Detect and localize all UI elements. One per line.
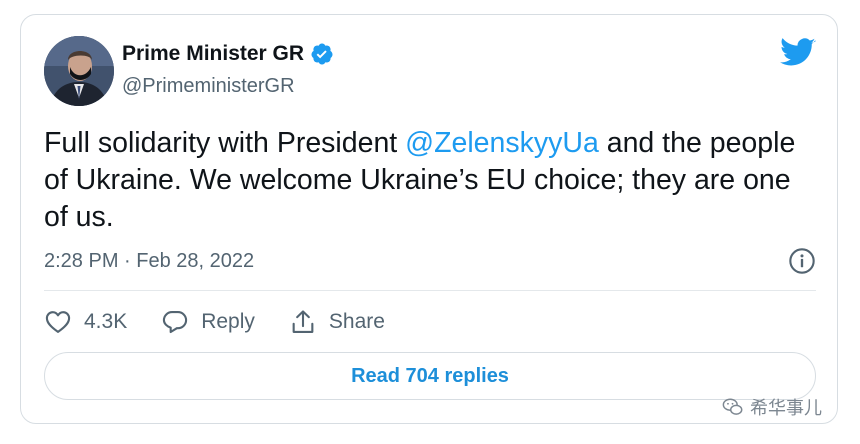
action-bar: 4.3K Reply Share — [44, 305, 419, 339]
watermark-text: 希华事儿 — [750, 398, 822, 418]
share-icon — [292, 310, 314, 333]
twitter-bird-icon[interactable] — [780, 38, 816, 68]
tweet-text: Full solidarity with President @Zelensky… — [44, 125, 814, 236]
avatar[interactable] — [44, 36, 114, 106]
reply-label: Reply — [201, 310, 255, 333]
info-icon[interactable] — [788, 247, 816, 275]
timestamp[interactable]: 2:28 PM · Feb 28, 2022 — [44, 250, 254, 273]
heart-icon — [45, 311, 71, 333]
share-button[interactable]: Share — [289, 308, 385, 336]
share-label: Share — [328, 310, 385, 333]
read-replies-button[interactable]: Read 704 replies — [44, 352, 816, 400]
watermark: 希华事儿 — [722, 394, 822, 420]
like-count: 4.3K — [84, 310, 128, 333]
verified-badge-icon — [311, 43, 333, 65]
mention-link[interactable]: @ZelenskyyUa — [405, 127, 599, 159]
divider — [44, 290, 816, 291]
reply-button[interactable]: Reply — [161, 308, 255, 336]
read-replies-label: Read 704 replies — [351, 364, 509, 387]
like-button[interactable]: 4.3K — [44, 308, 127, 336]
tweet-card: Prime Minister GR @PrimeministerGR Full … — [20, 14, 838, 424]
wechat-icon — [722, 398, 743, 415]
display-name[interactable]: Prime Minister GR — [122, 42, 304, 66]
reply-bubble-icon — [163, 311, 188, 334]
tweet-text-start: Full solidarity with President — [44, 127, 406, 159]
user-handle[interactable]: @PrimeministerGR — [122, 75, 295, 98]
avatar-photo — [44, 36, 114, 106]
tweet-meta-row: 2:28 PM · Feb 28, 2022 — [44, 246, 816, 276]
display-name-row[interactable]: Prime Minister GR — [122, 42, 334, 66]
